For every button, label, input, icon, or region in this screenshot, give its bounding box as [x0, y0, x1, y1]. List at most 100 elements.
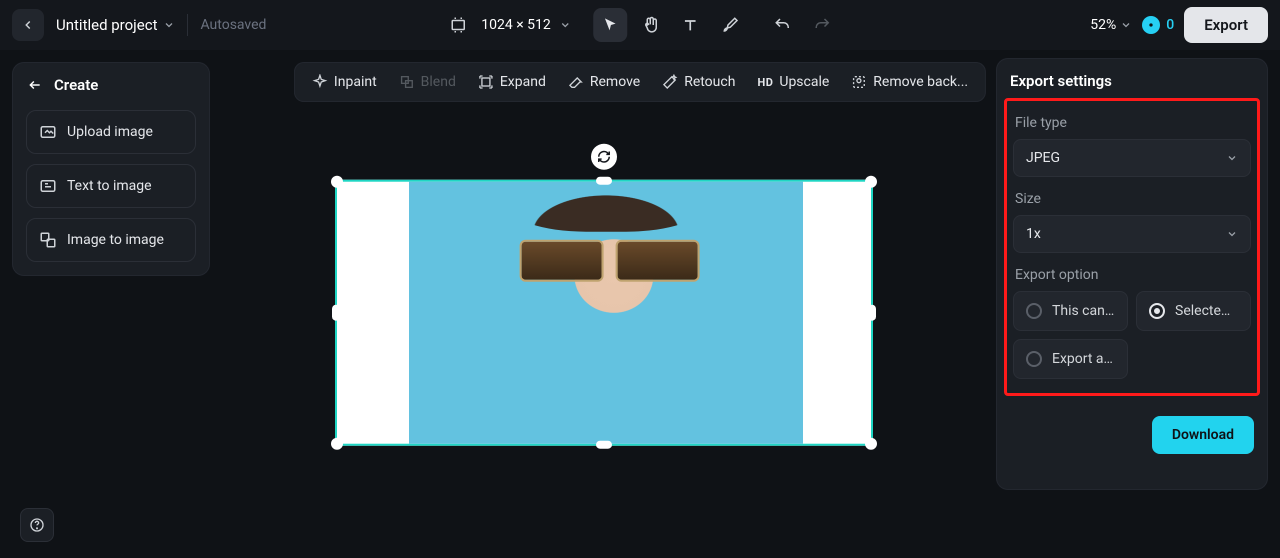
export-option-label: Export option — [1015, 267, 1251, 283]
image-content — [520, 234, 700, 280]
brush-icon — [721, 16, 739, 34]
resize-handle-right[interactable] — [868, 305, 876, 321]
hand-icon — [641, 16, 659, 34]
image-to-image-label: Image to image — [67, 232, 164, 248]
export-label: Export — [1204, 16, 1248, 34]
export-option-export-all[interactable]: Export all ... — [1013, 339, 1128, 379]
text-to-image-button[interactable]: Text to image — [26, 164, 196, 208]
expand-tool[interactable]: Expand — [468, 68, 556, 96]
text-to-image-icon — [39, 177, 57, 195]
coin-icon — [1142, 16, 1160, 34]
top-bar: Untitled project Autosaved 1024 × 512 — [0, 0, 1280, 50]
create-label: Create — [54, 76, 98, 94]
canvas-area[interactable] — [220, 110, 988, 558]
zoom-control[interactable]: 52% — [1090, 17, 1132, 33]
size-select[interactable]: 1x — [1013, 215, 1251, 253]
blend-tool: Blend — [389, 68, 466, 96]
inpaint-icon — [312, 74, 328, 90]
resize-handle-top[interactable] — [596, 177, 612, 185]
image-to-image-icon — [39, 231, 57, 249]
eraser-icon — [568, 74, 584, 90]
fit-icon — [449, 16, 467, 34]
cursor-icon — [602, 17, 618, 33]
select-tool[interactable] — [593, 8, 627, 42]
inpaint-tool[interactable]: Inpaint — [302, 68, 387, 96]
radio-icon — [1026, 303, 1042, 319]
undo-icon — [773, 16, 791, 34]
chevron-down-icon — [559, 19, 571, 31]
retouch-tool[interactable]: Retouch — [652, 68, 745, 96]
top-center: 1024 × 512 — [441, 8, 839, 42]
top-right: 52% 0 Export — [1090, 7, 1268, 43]
blend-icon — [399, 74, 415, 90]
resize-handle-br[interactable] — [865, 438, 877, 450]
chevron-left-icon — [21, 18, 35, 32]
export-option-selected-layer[interactable]: Selected l... — [1136, 291, 1251, 331]
export-option-this-canvas[interactable]: This canvas — [1013, 291, 1128, 331]
size-label: Size — [1015, 191, 1251, 207]
rotate-handle[interactable] — [591, 144, 617, 170]
remove-background-tool[interactable]: Remove back... — [841, 68, 978, 96]
project-title[interactable]: Untitled project — [56, 16, 175, 34]
chevron-down-icon — [1226, 152, 1238, 164]
hd-icon: HD — [757, 76, 773, 89]
expand-icon — [478, 74, 494, 90]
edit-toolbar: Inpaint Blend Expand Remove Retouch HD U… — [294, 62, 986, 102]
redo-button[interactable] — [805, 8, 839, 42]
undo-button[interactable] — [765, 8, 799, 42]
rotate-icon — [597, 150, 611, 164]
dimensions-text: 1024 × 512 — [481, 17, 551, 33]
export-panel-title: Export settings — [1010, 72, 1254, 90]
size-value: 1x — [1026, 226, 1041, 242]
left-panel: Create Upload image Text to image Image … — [12, 62, 210, 276]
file-type-value: JPEG — [1026, 150, 1060, 166]
help-icon — [29, 517, 45, 533]
chevron-down-icon — [1120, 19, 1132, 31]
upscale-tool[interactable]: HD Upscale — [747, 68, 839, 96]
resize-handle-tr[interactable] — [865, 176, 877, 188]
resize-handle-bottom[interactable] — [596, 441, 612, 449]
canvas-selection[interactable] — [335, 180, 873, 446]
main-area: Create Upload image Text to image Image … — [0, 50, 1280, 558]
download-button[interactable]: Download — [1152, 416, 1254, 454]
divider — [187, 14, 188, 36]
credits-display[interactable]: 0 — [1142, 16, 1174, 34]
file-type-label: File type — [1015, 115, 1251, 131]
canvas-dimensions[interactable]: 1024 × 512 — [481, 17, 571, 33]
create-header: Create — [26, 76, 196, 94]
export-panel: Export settings File type JPEG Size 1x E… — [996, 58, 1268, 490]
file-type-select[interactable]: JPEG — [1013, 139, 1251, 177]
upload-image-button[interactable]: Upload image — [26, 110, 196, 154]
canvas-image[interactable] — [409, 182, 803, 444]
chevron-down-icon — [1226, 228, 1238, 240]
brush-tool[interactable] — [713, 8, 747, 42]
help-button[interactable] — [20, 508, 54, 542]
project-title-text: Untitled project — [56, 16, 157, 34]
fit-to-screen-button[interactable] — [441, 8, 475, 42]
remove-tool[interactable]: Remove — [558, 68, 650, 96]
pan-tool[interactable] — [633, 8, 667, 42]
text-icon — [682, 17, 698, 33]
radio-icon — [1149, 303, 1165, 319]
wand-icon — [662, 74, 678, 90]
image-to-image-button[interactable]: Image to image — [26, 218, 196, 262]
remove-bg-icon — [851, 74, 867, 90]
settings-highlight: File type JPEG Size 1x Export option Thi… — [1004, 98, 1260, 396]
radio-icon — [1026, 351, 1042, 367]
upload-icon — [39, 123, 57, 141]
back-button[interactable] — [12, 9, 44, 41]
chevron-down-icon — [163, 19, 175, 31]
resize-handle-bl[interactable] — [331, 438, 343, 450]
text-to-image-label: Text to image — [67, 178, 152, 194]
resize-handle-left[interactable] — [332, 305, 340, 321]
redo-icon — [813, 16, 831, 34]
upload-label: Upload image — [67, 124, 153, 140]
resize-handle-tl[interactable] — [331, 176, 343, 188]
zoom-value: 52% — [1090, 17, 1116, 33]
text-tool[interactable] — [673, 8, 707, 42]
export-button[interactable]: Export — [1184, 7, 1268, 43]
autosave-status: Autosaved — [200, 17, 266, 33]
image-content — [506, 162, 706, 232]
download-label: Download — [1172, 427, 1234, 443]
arrow-left-icon — [26, 78, 44, 92]
